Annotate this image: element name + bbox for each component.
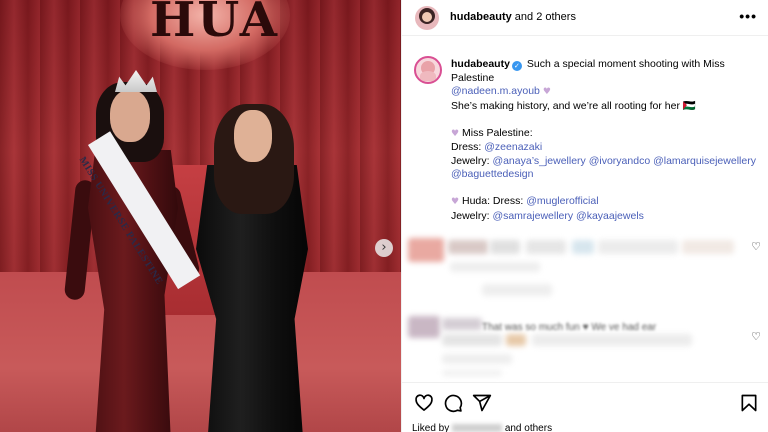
verified-badge-icon: ✓ — [511, 61, 522, 71]
comment-partial-text: That was so much fun ♥ We ve had ear — [482, 322, 657, 333]
post-authors[interactable]: hudabeauty and 2 others — [450, 11, 576, 23]
miss-palestine-label: Miss Palestine: — [462, 126, 533, 139]
mention-kayaajewels[interactable]: @kayaajewels — [576, 210, 644, 222]
huda-face — [234, 110, 272, 162]
more-horizontal-icon: ••• — [739, 8, 757, 24]
mention-baguettedesign[interactable]: @baguettedesign — [451, 168, 533, 180]
heart-outline-icon: ♡ — [751, 330, 761, 343]
comment-item: ♡ — [402, 308, 768, 376]
header-username[interactable]: hudabeauty — [450, 11, 512, 23]
more-options-button[interactable]: ••• — [739, 8, 757, 24]
purple-heart-icon: ♥ — [451, 197, 460, 207]
share-icon — [472, 394, 492, 412]
liked-by-text[interactable]: Liked by and others — [412, 423, 552, 432]
post-header: hudabeauty and 2 others ••• — [402, 0, 768, 36]
mention-nadeen[interactable]: @nadeen.m.ayoub — [451, 85, 540, 97]
purple-heart-icon: ♥ — [542, 87, 551, 97]
liked-by-user-blurred[interactable] — [452, 424, 503, 432]
miss-palestine-face — [110, 90, 150, 142]
dress-label: Dress: — [451, 141, 482, 153]
mention-lamarquise[interactable]: @lamarquisejewellery — [653, 155, 756, 167]
mention-muglerofficial[interactable]: @muglerofficial — [526, 195, 598, 207]
post-photo[interactable]: HUA MISS UNIVERSE PALESTINE › — [0, 0, 401, 432]
next-photo-button[interactable]: › — [375, 239, 393, 257]
comment-icon — [444, 394, 463, 413]
purple-heart-icon: ♥ — [451, 128, 460, 139]
post-side-panel: hudabeauty and 2 others ••• hudabeauty ✓ … — [401, 0, 768, 432]
bookmark-icon — [741, 394, 757, 412]
comment-button[interactable] — [443, 393, 463, 413]
mention-ivoryandco[interactable]: @ivoryandco — [589, 155, 650, 167]
caption-username[interactable]: hudabeauty — [451, 58, 510, 70]
caption-line2: She’s making history, and we’re all root… — [451, 99, 696, 112]
save-button[interactable] — [739, 393, 759, 413]
liked-by-prefix: Liked by — [412, 423, 450, 432]
comment-like-button[interactable]: ♡ — [751, 330, 761, 343]
post-actions-bar — [402, 382, 768, 422]
author-avatar[interactable] — [415, 6, 439, 30]
mention-anaya[interactable]: @anaya’s_jewellery — [492, 155, 585, 167]
heart-icon — [415, 394, 433, 411]
backdrop-logo: HUA — [150, 0, 279, 48]
huda-dress-label: Huda: Dress: — [462, 195, 524, 207]
mention-samrajewellery[interactable]: @samrajewellery — [492, 210, 573, 222]
comment-avatar[interactable] — [408, 238, 444, 262]
jewelry-label: Jewelry: — [451, 154, 490, 167]
like-button[interactable] — [414, 393, 434, 413]
comment-item: ♡ — [402, 228, 768, 298]
caption-avatar[interactable] — [414, 56, 442, 84]
huda-jewelry-label: Jewelry: — [451, 209, 490, 222]
mention-zeenazaki[interactable]: @zeenazaki — [484, 141, 542, 153]
liked-by-suffix[interactable]: and others — [505, 423, 552, 432]
chevron-right-icon: › — [381, 240, 387, 255]
comment-like-button[interactable]: ♡ — [751, 240, 761, 253]
share-button[interactable] — [472, 393, 492, 413]
caption-body: hudabeauty ✓ Such a special moment shooti… — [451, 58, 761, 223]
heart-outline-icon: ♡ — [751, 240, 761, 253]
comment-avatar[interactable] — [408, 316, 440, 338]
header-coauthors[interactable]: and 2 others — [512, 11, 576, 23]
